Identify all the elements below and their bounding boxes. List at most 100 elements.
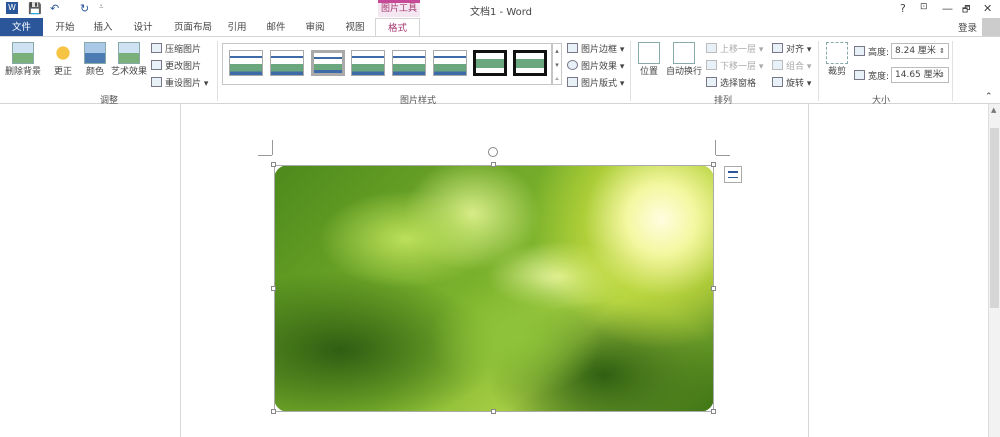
label: 宽度:	[868, 72, 890, 82]
scrollbar-thumb[interactable]	[990, 128, 999, 308]
divider	[818, 41, 819, 101]
resize-handle[interactable]	[271, 162, 276, 167]
resize-handle[interactable]	[491, 409, 496, 414]
crop-icon	[826, 42, 848, 64]
height-value: 8.24 厘米	[895, 46, 936, 56]
style-thumb[interactable]	[433, 50, 467, 76]
resize-handle[interactable]	[711, 286, 716, 291]
group-button[interactable]: 组合 ▾	[772, 59, 811, 72]
effects-icon	[567, 60, 578, 70]
reset-picture-icon	[151, 77, 162, 87]
compress-pictures-button[interactable]: 压缩图片	[151, 42, 201, 55]
crop-button[interactable]: 裁剪	[824, 42, 850, 77]
height-input[interactable]: 8.24 厘米 ⇕	[891, 43, 949, 59]
spinner-icon[interactable]: ⇕	[939, 68, 945, 82]
wrap-text-button[interactable]: 自动换行	[665, 42, 703, 77]
picture-effects-button[interactable]: 图片效果 ▾	[567, 59, 624, 72]
reset-picture-button[interactable]: 重设图片 ▾	[151, 76, 208, 89]
change-picture-button[interactable]: 更改图片	[151, 59, 201, 72]
tab-design[interactable]: 设计	[128, 18, 158, 37]
style-thumb[interactable]	[351, 50, 385, 76]
tab-view[interactable]: 视图	[340, 18, 370, 37]
tab-home[interactable]: 开始	[50, 18, 80, 37]
spinner-icon[interactable]: ⇕	[939, 44, 945, 58]
page-edge-right	[808, 104, 809, 437]
tab-page-layout[interactable]: 页面布局	[168, 18, 218, 37]
style-thumb[interactable]	[513, 50, 547, 76]
restore-button[interactable]: 🗗	[962, 2, 970, 18]
login-link[interactable]: 登录	[958, 20, 977, 34]
resize-handle[interactable]	[711, 409, 716, 414]
position-button[interactable]: 位置	[636, 42, 662, 77]
style-thumb[interactable]	[473, 50, 507, 76]
minimize-button[interactable]: —	[942, 2, 953, 15]
picture-border-button[interactable]: 图片边框 ▾	[567, 42, 624, 55]
layout-options-icon	[728, 171, 738, 178]
style-thumb[interactable]	[229, 50, 263, 76]
remove-background-button[interactable]: 删除背景	[4, 42, 42, 77]
customize-qa-icon[interactable]: ⩡	[99, 2, 104, 12]
help-icon[interactable]: ?	[900, 2, 906, 15]
border-icon	[567, 43, 578, 53]
color-button[interactable]: 颜色	[82, 42, 108, 77]
tab-references[interactable]: 引用	[222, 18, 252, 37]
picture-tools-context-label: 图片工具	[378, 0, 420, 17]
width-input[interactable]: 14.65 厘米 ⇕	[891, 67, 949, 83]
redo-icon[interactable]: ↻	[80, 2, 89, 15]
divider	[217, 41, 218, 101]
width-icon	[854, 70, 865, 80]
save-icon[interactable]: 💾	[28, 2, 42, 15]
avatar[interactable]	[982, 18, 1000, 36]
tab-file[interactable]: 文件	[0, 18, 43, 37]
position-icon	[638, 42, 660, 64]
ribbon-display-options-icon[interactable]: ⊡	[920, 2, 928, 12]
selection-pane-button[interactable]: 选择窗格	[706, 76, 756, 89]
rotate-handle[interactable]	[488, 147, 498, 157]
close-button[interactable]: ✕	[983, 2, 992, 15]
style-thumb[interactable]	[270, 50, 304, 76]
margin-mark	[715, 140, 716, 155]
title-bar: W 💾 ↶ ↻ ⩡ 图片工具 文档1 - Word ? ⊡ — 🗗 ✕	[0, 0, 1000, 18]
bring-forward-button[interactable]: 上移一层 ▾	[706, 42, 763, 55]
height-label: 高度:	[854, 45, 889, 58]
collapse-ribbon-icon[interactable]: ⌃	[985, 92, 993, 102]
tab-format[interactable]: 格式	[375, 18, 420, 38]
tab-mailings[interactable]: 邮件	[261, 18, 291, 37]
label: 选择窗格	[720, 79, 757, 89]
align-button[interactable]: 对齐 ▾	[772, 42, 811, 55]
resize-handle[interactable]	[271, 409, 276, 414]
tab-insert[interactable]: 插入	[88, 18, 118, 37]
style-thumb[interactable]	[392, 50, 426, 76]
picture-styles-gallery[interactable]	[222, 43, 552, 85]
label: 更正	[53, 67, 72, 77]
label: 重设图片	[165, 79, 202, 89]
margin-mark	[716, 155, 730, 156]
label: 自动换行	[665, 67, 702, 77]
tab-review[interactable]: 审阅	[300, 18, 330, 37]
selection-frame	[274, 165, 714, 412]
label: 颜色	[85, 67, 104, 77]
wrap-text-icon	[673, 42, 695, 64]
divider	[630, 41, 631, 101]
gallery-scroll[interactable]: ▴ ▾ ⩡	[552, 43, 562, 85]
undo-icon[interactable]: ↶	[50, 2, 59, 15]
label: 上移一层	[720, 45, 757, 55]
send-backward-button[interactable]: 下移一层 ▾	[706, 59, 763, 72]
resize-handle[interactable]	[491, 162, 496, 167]
align-icon	[772, 43, 783, 53]
divider	[952, 41, 953, 101]
scroll-up-icon[interactable]: ▲	[991, 106, 996, 114]
artistic-effects-button[interactable]: 艺术效果	[110, 42, 148, 77]
color-icon	[84, 42, 106, 64]
layout-icon	[567, 77, 578, 87]
resize-handle[interactable]	[271, 286, 276, 291]
style-thumb[interactable]	[311, 50, 345, 76]
resize-handle[interactable]	[711, 162, 716, 167]
picture-layout-button[interactable]: 图片版式 ▾	[567, 76, 624, 89]
rotate-button[interactable]: 旋转 ▾	[772, 76, 811, 89]
label: 图片版式	[581, 79, 618, 89]
selection-pane-icon	[706, 77, 717, 87]
corrections-button[interactable]: 更正	[50, 42, 76, 77]
layout-options-button[interactable]	[724, 166, 742, 183]
label: 高度:	[868, 48, 890, 58]
